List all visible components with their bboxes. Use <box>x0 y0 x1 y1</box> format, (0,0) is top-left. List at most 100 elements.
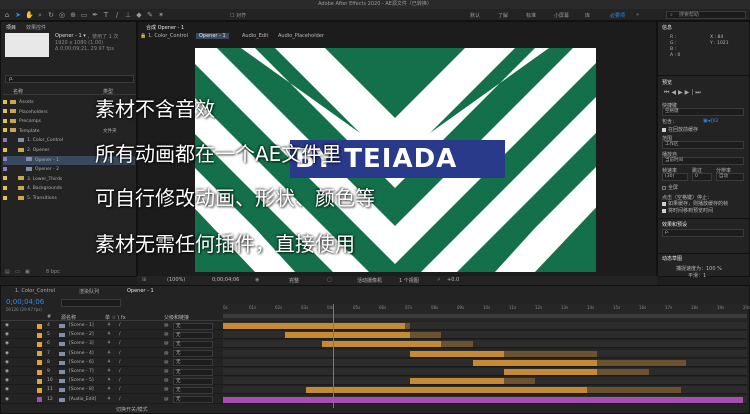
visibility-eye-icon[interactable]: ◉ <box>5 340 9 348</box>
parent-dropdown[interactable]: 无 <box>173 322 213 330</box>
layer-name[interactable]: [Scene - 2] <box>69 331 94 339</box>
layer-duration-bar[interactable] <box>285 332 411 339</box>
timeline-track[interactable] <box>223 331 747 340</box>
parent-dropdown[interactable]: 无 <box>173 396 213 404</box>
skip-input[interactable]: 0 <box>692 173 712 181</box>
hand-tool-icon[interactable]: ✋ <box>25 11 34 19</box>
layer-name[interactable]: [Scene - 6] <box>69 359 94 367</box>
visibility-eye-icon[interactable]: ◉ <box>5 331 9 339</box>
fast-previews-icon[interactable]: ⚡ <box>437 277 441 283</box>
parent-pickwhip-icon[interactable]: @ <box>164 377 169 385</box>
zoom-tool-icon[interactable]: ⌕ <box>36 11 44 19</box>
quality-switch-icon[interactable]: / <box>119 377 121 385</box>
label-color-swatch[interactable] <box>3 166 7 171</box>
shy-switch-icon[interactable]: ⚘ <box>107 396 111 404</box>
play-from-dropdown[interactable]: 当前时间 <box>662 157 744 165</box>
new-folder-icon[interactable]: ▭ <box>15 269 20 275</box>
layer-name[interactable]: [Scene - 8] <box>69 386 94 394</box>
layer-name[interactable]: [Scene - 1] <box>69 322 94 330</box>
rotate-tool-icon[interactable]: ↻ <box>47 11 55 19</box>
magnification-icon[interactable]: ⊞ <box>142 277 146 283</box>
layer-label-color[interactable] <box>37 341 42 347</box>
shy-switch-icon[interactable]: ⚘ <box>107 350 111 358</box>
timeline-track[interactable] <box>223 358 747 367</box>
breadcrumb-audio-edit[interactable]: Audio_Edit <box>242 33 268 39</box>
bit-depth-button[interactable]: 8 bpc <box>46 269 60 275</box>
col-parent[interactable]: 父级和链接 <box>164 314 189 321</box>
quality-switch-icon[interactable]: / <box>119 350 121 358</box>
layer-duration-bar[interactable] <box>306 387 587 394</box>
play-icon[interactable]: ▶ <box>678 89 685 96</box>
shy-switch-icon[interactable]: ⚘ <box>107 359 111 367</box>
timeline-layer-row[interactable]: ◉ 12 [Audio_Edit] ⚘ / @ 无 <box>1 396 223 404</box>
type-tool-icon[interactable]: T <box>102 11 110 19</box>
parent-pickwhip-icon[interactable]: @ <box>164 331 169 339</box>
breadcrumb-color-control[interactable]: 1. Color_Control <box>148 33 188 39</box>
workspace-more-icon[interactable]: » <box>636 12 639 18</box>
timeline-layer-row[interactable]: ◉ 8 [Scene - 6] ⚘ / @ 无 <box>1 359 223 367</box>
tab-composition[interactable]: 合成 Opener - 1 <box>146 24 184 31</box>
layer-name[interactable]: [Scene - 3] <box>69 340 94 348</box>
layer-label-color[interactable] <box>37 387 42 393</box>
resolution-dropdown[interactable]: 完整 <box>289 277 299 284</box>
exposure-value[interactable]: +0.0 <box>447 277 459 283</box>
rectangle-tool-icon[interactable]: ▭ <box>80 11 88 19</box>
clone-stamp-tool-icon[interactable]: ⊥ <box>124 11 132 19</box>
timeline-layer-row[interactable]: ◉ 4 [Scene - 1] ⚘ / @ 无 <box>1 322 223 330</box>
timeline-track[interactable] <box>223 368 747 376</box>
magnification-dropdown[interactable]: (100%) <box>167 277 185 283</box>
include-video-icon[interactable]: ▣◂))⊡ <box>703 118 718 124</box>
layer-label-color[interactable] <box>37 332 42 338</box>
workspace-essentials[interactable]: 必要项 <box>610 12 625 19</box>
parent-dropdown[interactable]: 无 <box>173 368 213 376</box>
visibility-eye-icon[interactable]: ◉ <box>5 377 9 385</box>
new-composition-icon[interactable]: ▣ <box>25 269 30 275</box>
shy-switch-icon[interactable]: ⚘ <box>107 322 111 330</box>
layer-name[interactable]: [Scene - 7] <box>69 368 94 376</box>
tab-project[interactable]: 项目 <box>6 24 16 31</box>
label-color-swatch[interactable] <box>3 118 7 123</box>
workspace-default[interactable]: 默认 <box>470 12 480 19</box>
timeline-track[interactable] <box>223 322 747 330</box>
parent-pickwhip-icon[interactable]: @ <box>164 386 169 394</box>
shy-switch-icon[interactable]: ⚘ <box>107 368 111 376</box>
eraser-tool-icon[interactable]: ◆ <box>135 11 143 19</box>
visibility-eye-icon[interactable]: ◉ <box>5 322 9 330</box>
timeline-track[interactable] <box>223 349 747 358</box>
camera-dropdown[interactable]: 活动摄像机 <box>357 277 382 284</box>
tab-effects-presets[interactable]: 效果和预设 <box>662 221 687 228</box>
tab-effect-controls[interactable]: 效果控件 <box>26 24 46 31</box>
breadcrumb-audio-placeholder[interactable]: Audio_Placeholder <box>278 33 324 39</box>
timeline-track[interactable] <box>223 377 747 386</box>
workspace-libraries[interactable]: 库 <box>585 12 590 19</box>
current-time-indicator[interactable] <box>333 304 334 408</box>
tab-timeline-color-control[interactable]: 1. Color_Control <box>15 288 55 294</box>
lock-icon[interactable]: 🔒 <box>140 33 146 39</box>
shortcut-dropdown[interactable]: 空格键 <box>662 108 744 116</box>
label-color-swatch[interactable] <box>3 195 7 200</box>
quality-switch-icon[interactable]: / <box>119 396 121 404</box>
work-area-bar[interactable] <box>223 314 747 318</box>
help-search-input[interactable]: ⌕ 搜索帮助 <box>666 11 746 19</box>
parent-pickwhip-icon[interactable]: @ <box>164 322 169 330</box>
if-cached-checkbox[interactable]: 如果缓存，则播放缓存的帧 <box>662 200 728 207</box>
label-color-swatch[interactable] <box>3 176 7 181</box>
layer-name[interactable]: [Scene - 4] <box>69 350 94 358</box>
parent-pickwhip-icon[interactable]: @ <box>164 368 169 376</box>
parent-dropdown[interactable]: 无 <box>173 340 213 348</box>
timeline-track[interactable] <box>223 340 747 349</box>
timeline-track[interactable] <box>223 386 747 395</box>
tab-info[interactable]: 信息 <box>662 24 672 31</box>
puppet-pin-tool-icon[interactable]: ✶ <box>157 11 165 19</box>
timeline-search-input[interactable] <box>61 299 121 307</box>
label-color-swatch[interactable] <box>3 99 7 104</box>
interpret-footage-icon[interactable]: ▤ <box>5 269 10 275</box>
visibility-eye-icon[interactable]: ◉ <box>5 368 9 376</box>
roto-brush-tool-icon[interactable]: ✎ <box>146 11 154 19</box>
workspace-learn[interactable]: 了解 <box>498 12 508 19</box>
timeline-layer-row[interactable]: ◉ 9 [Scene - 7] ⚘ / @ 无 <box>1 368 223 376</box>
shy-switch-icon[interactable]: ⚘ <box>107 340 111 348</box>
region-of-interest-icon[interactable]: ▢ <box>327 277 332 283</box>
tab-preview[interactable]: 预览 <box>662 79 672 86</box>
tab-motion-sketch[interactable]: 动态草图 <box>662 255 682 262</box>
